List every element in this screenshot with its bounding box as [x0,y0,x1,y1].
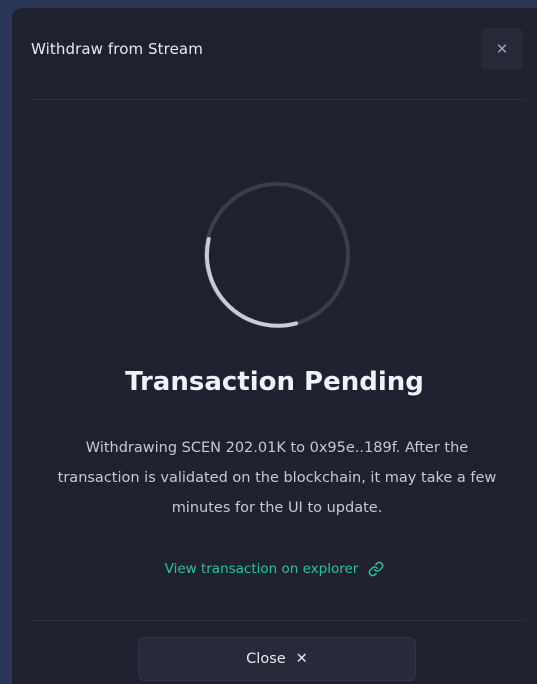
explorer-link-label: View transaction on explorer [164,561,359,577]
footer-divider [31,620,524,621]
modal-title: Withdraw from Stream [31,40,203,58]
close-icon: ✕ [495,40,509,58]
close-button[interactable]: Close ✕ [138,637,416,681]
header-divider [31,99,524,100]
status-heading: Transaction Pending [125,367,424,397]
close-icon: ✕ [295,651,308,667]
close-button-label: Close [246,651,286,667]
status-message: Withdrawing SCEN 202.01K to 0x95e..189f.… [57,440,497,516]
link-icon [369,561,384,577]
withdraw-modal: Withdraw from Stream ✕ Transaction Pendi… [12,8,537,684]
loading-spinner-icon [204,182,350,328]
modal-close-button[interactable]: ✕ [481,28,523,70]
view-on-explorer-link[interactable]: View transaction on explorer [12,561,537,577]
